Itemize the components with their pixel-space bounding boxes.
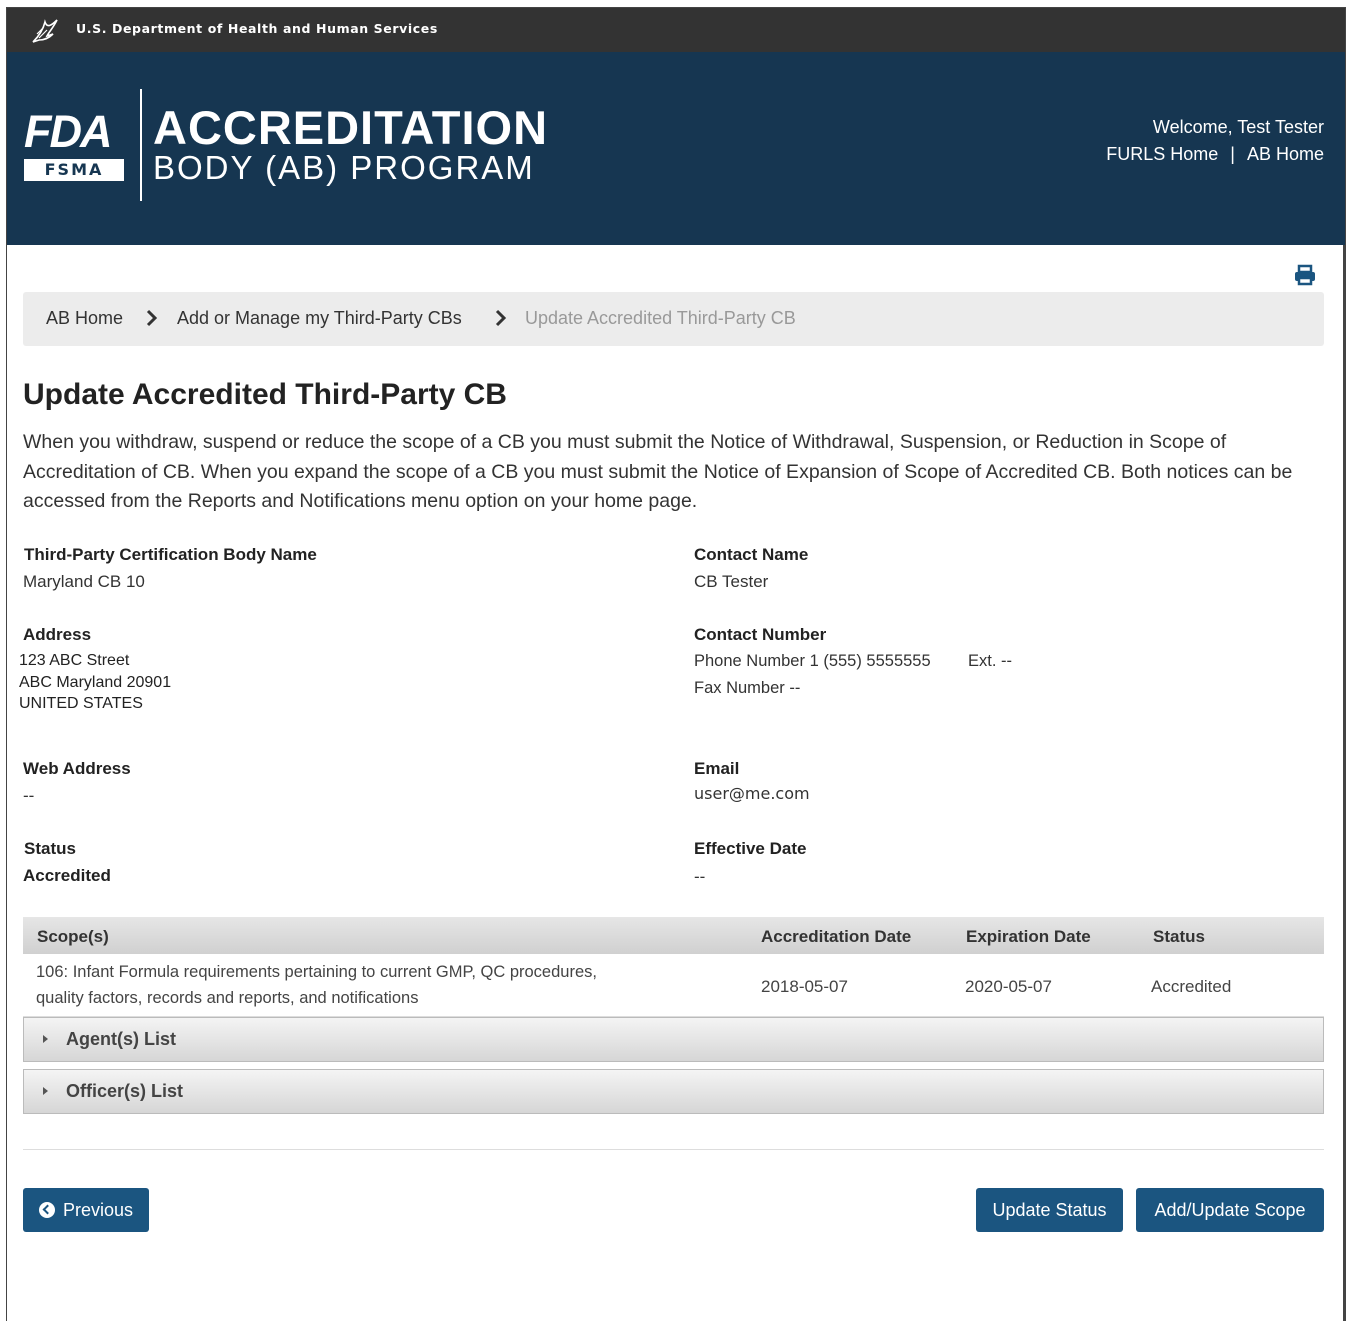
- contact-number-label: Contact Number: [694, 625, 827, 644]
- address-label: Address: [23, 625, 92, 644]
- contact-name-value: CB Tester: [694, 572, 769, 591]
- program-title-line2: BODY (AB) PROGRAM: [153, 149, 535, 186]
- scope-description-line1: 106: Infant Formula requirements pertain…: [36, 963, 597, 981]
- column-header-accreditation-date: Accreditation Date: [761, 927, 912, 946]
- contact-name-label: Contact Name: [694, 545, 809, 564]
- scope-table: Scope(s) Accreditation Date Expiration D…: [23, 917, 1324, 1017]
- address-line: ABC Maryland 20901: [19, 673, 172, 691]
- address-value: 123 ABC Street ABC Maryland 20901 UNITED…: [19, 650, 171, 715]
- header-nav-links: FURLS Home | AB Home: [1106, 144, 1324, 165]
- column-header-expiration-date: Expiration Date: [966, 927, 1091, 946]
- expiration-date-cell: 2020-05-07: [965, 977, 1052, 996]
- email-value: user@me.com: [694, 784, 810, 803]
- scope-description-line2: quality factors, records and reports, an…: [36, 989, 419, 1007]
- chevron-right-icon: [146, 309, 158, 327]
- fax-number-value: Fax Number --: [694, 679, 801, 697]
- address-line: 123 ABC Street: [19, 652, 130, 669]
- furls-home-link[interactable]: FURLS Home: [1106, 144, 1218, 164]
- breadcrumb-manage-cbs[interactable]: Add or Manage my Third-Party CBs: [177, 308, 462, 329]
- phone-ext-value: Ext. --: [968, 652, 1012, 670]
- email-label: Email: [694, 759, 740, 778]
- chevron-right-icon: [495, 309, 507, 327]
- previous-button-label: Previous: [62, 1200, 134, 1220]
- table-row: 106: Infant Formula requirements pertain…: [23, 954, 1324, 1017]
- status-cell: Accredited: [1151, 977, 1232, 996]
- web-address-label: Web Address: [23, 759, 131, 778]
- intro-text: When you withdraw, suspend or reduce the…: [23, 431, 1293, 512]
- agents-list-accordion[interactable]: Agent(s) List: [23, 1017, 1324, 1062]
- effective-date-value: --: [694, 867, 706, 886]
- fda-fsma-logo[interactable]: FDA FSMA: [24, 107, 124, 182]
- column-header-status: Status: [1153, 927, 1205, 946]
- caret-right-icon: [43, 1087, 48, 1095]
- add-update-scope-button[interactable]: Add/Update Scope: [1136, 1188, 1324, 1232]
- officers-list-label: Officer(s) List: [66, 1081, 184, 1101]
- breadcrumb-current-page: Update Accredited Third-Party CB: [525, 308, 796, 328]
- caret-right-icon: [43, 1035, 48, 1043]
- previous-button[interactable]: Previous: [23, 1188, 149, 1232]
- phone-number-value: Phone Number 1 (555) 5555555: [694, 652, 931, 670]
- print-icon[interactable]: [1293, 264, 1317, 286]
- hhs-eagle-icon: [32, 19, 58, 43]
- status-value: Accredited: [23, 866, 111, 885]
- officers-list-accordion[interactable]: Officer(s) List: [23, 1069, 1324, 1114]
- cb-name-label: Third-Party Certification Body Name: [24, 545, 317, 564]
- welcome-message: Welcome, Test Tester: [1152, 117, 1324, 137]
- scope-table-header: Scope(s) Accreditation Date Expiration D…: [23, 917, 1324, 954]
- accreditation-date-cell: 2018-05-07: [761, 977, 848, 996]
- breadcrumb: AB Home Add or Manage my Third-Party CBs…: [23, 292, 1324, 346]
- program-banner: FDA FSMA ACCREDITATION BODY (AB) PROGRAM…: [7, 52, 1345, 245]
- ab-home-link[interactable]: AB Home: [1247, 144, 1324, 164]
- fda-logo-text: FDA: [24, 106, 112, 157]
- effective-date-label: Effective Date: [694, 839, 807, 858]
- hhs-top-bar: U.S. Department of Health and Human Serv…: [7, 8, 1345, 52]
- chevron-left-circle-icon: [38, 1202, 55, 1218]
- banner-divider: [140, 89, 142, 201]
- section-divider: [23, 1149, 1324, 1150]
- page-title: Update Accredited Third-Party CB: [23, 378, 507, 411]
- nav-separator: |: [1230, 144, 1235, 164]
- agents-list-label: Agent(s) List: [66, 1029, 176, 1049]
- status-label: Status: [24, 839, 76, 858]
- breadcrumb-ab-home[interactable]: AB Home: [46, 308, 123, 329]
- fsma-logo-text: FSMA: [24, 159, 124, 181]
- hhs-title[interactable]: U.S. Department of Health and Human Serv…: [76, 21, 438, 36]
- column-header-scope: Scope(s): [37, 927, 109, 946]
- web-address-value: --: [23, 786, 35, 805]
- program-title-line1: ACCREDITATION: [153, 101, 549, 154]
- cb-name-value: Maryland CB 10: [23, 572, 145, 591]
- address-line: UNITED STATES: [19, 695, 143, 712]
- update-status-button[interactable]: Update Status: [976, 1188, 1123, 1232]
